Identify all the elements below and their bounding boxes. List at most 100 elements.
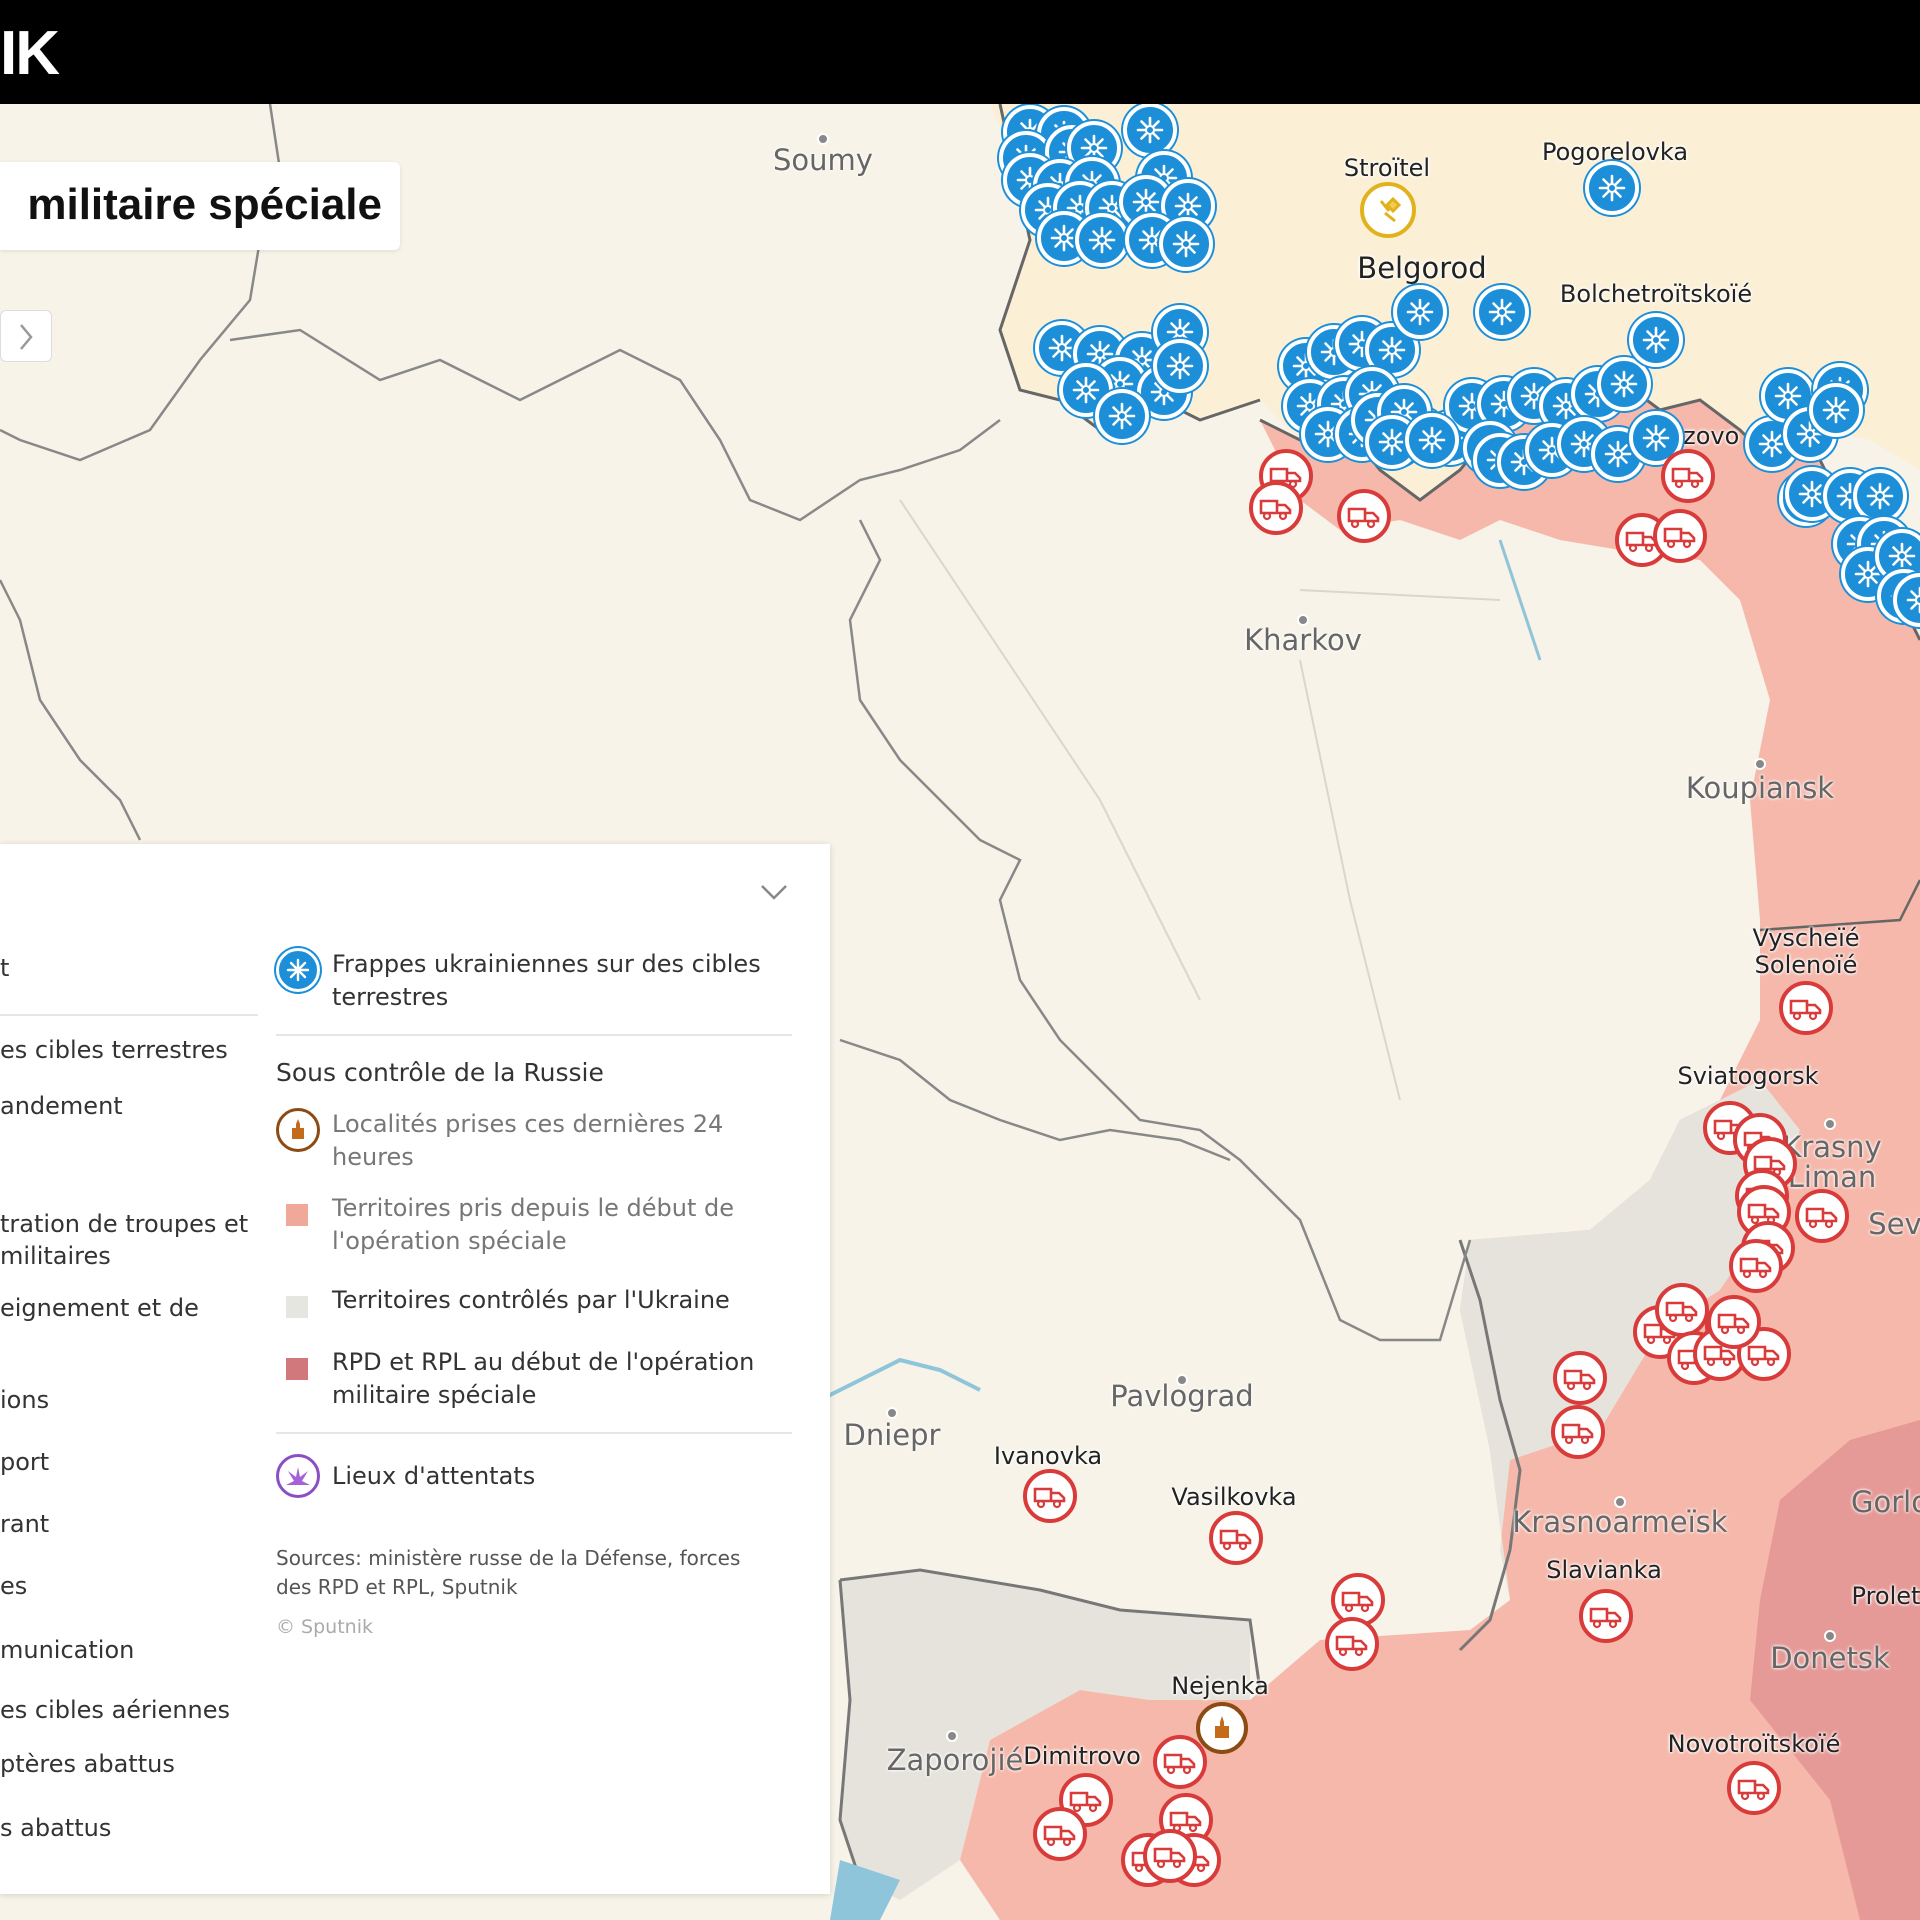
russian-strike-marker[interactable]	[1661, 449, 1715, 503]
russian-strike-marker[interactable]	[1553, 1351, 1607, 1405]
legend-left-item: tration de troupes et	[0, 1210, 249, 1238]
legend-left-item: es cibles terrestres	[0, 1036, 228, 1064]
russian-strike-marker[interactable]	[1249, 481, 1303, 535]
legend-left-item: s abattus	[0, 1814, 112, 1842]
expand-panel-button[interactable]	[0, 310, 52, 362]
russian-strike-marker[interactable]	[1153, 1735, 1207, 1789]
legend-left-item: militaires	[0, 1242, 111, 1270]
place-label-dimitrovo: Dimitrovo	[1023, 1742, 1141, 1770]
russian-strike-marker[interactable]	[1779, 981, 1833, 1035]
place-label-ivanovka: Ivanovka	[993, 1442, 1103, 1470]
city-label-soumy: Soumy	[773, 143, 873, 177]
russian-strike-marker[interactable]	[1551, 1405, 1605, 1459]
legend-left-item: ions	[0, 1386, 50, 1414]
city-label-donetsk: Donetsk	[1770, 1641, 1890, 1675]
city-label-dniepr: Dniepr	[843, 1418, 941, 1452]
place-label-belgorod: Belgorod	[1357, 251, 1487, 285]
city-label-kharkov: Kharkov	[1244, 623, 1362, 657]
ukraine-strike-marker[interactable]	[1809, 383, 1863, 437]
territory-swatch	[286, 1204, 308, 1226]
ukraine-strike-marker[interactable]	[1075, 213, 1129, 267]
place-label-stroitel: Stroïtel	[1343, 154, 1431, 182]
legend-label: Lieux d'attentats	[332, 1462, 536, 1490]
legend-label: Territoires contrôlés par l'Ukraine	[332, 1286, 730, 1314]
place-label-vasilkovka: Vasilkovka	[1171, 1483, 1297, 1511]
legend-left-item: es	[0, 1572, 28, 1600]
city-label-sev: Sev	[1868, 1207, 1920, 1241]
place-label-vyscheie-solenoie: Vyscheïé Solenoïé	[1752, 924, 1860, 979]
captured-locality-icon	[276, 1108, 320, 1152]
city-dot	[946, 1730, 958, 1742]
russian-strike-marker[interactable]	[1023, 1469, 1077, 1523]
city-label-krasny-liman: Krasny Liman	[1782, 1130, 1882, 1194]
legend-left-item: es cibles aériennes	[0, 1696, 231, 1724]
ukraine-strike-marker[interactable]	[1095, 389, 1149, 443]
ukraine-strike-marker[interactable]	[1629, 313, 1683, 367]
russian-strike-marker[interactable]	[1727, 1761, 1781, 1815]
city-label-zaporojie: Zaporojié	[886, 1743, 1024, 1777]
city-label-koupiansk: Koupiansk	[1685, 771, 1835, 805]
territory-swatch	[286, 1296, 308, 1318]
place-label-novotroitskoie: Novotroïtskoïé	[1667, 1730, 1841, 1758]
attack-site-icon	[276, 1454, 320, 1498]
legend-left-item: andement	[0, 1092, 123, 1120]
legend-left-item: rant	[0, 1510, 50, 1538]
legend-label: RPD et RPL au début de l'opération milit…	[332, 1348, 755, 1409]
place-label-sviatogorsk: Sviatogorsk	[1677, 1062, 1819, 1090]
legend-divider	[0, 1014, 258, 1016]
city-label-gorlo: Gorlo	[1851, 1485, 1920, 1519]
ukraine-strike-marker[interactable]	[1597, 357, 1651, 411]
ukraine-strike-marker[interactable]	[1393, 285, 1447, 339]
russian-strike-marker[interactable]	[1729, 1239, 1783, 1293]
sources-note: Sources: ministère russe de la Défense, …	[276, 1546, 741, 1599]
legend-label: Localités prises ces dernières 24 heures	[332, 1110, 724, 1171]
map-title: militaire spéciale	[27, 180, 382, 229]
russian-strike-marker[interactable]	[1655, 1283, 1709, 1337]
place-label-prolet: Prolet	[1851, 1582, 1920, 1610]
ukraine-strike-marker[interactable]	[1585, 161, 1639, 215]
russian-strike-marker[interactable]	[1337, 489, 1391, 543]
place-label-slavianka: Slavianka	[1546, 1556, 1662, 1584]
russian-strike-marker[interactable]	[1143, 1829, 1197, 1883]
captured-locality-marker[interactable]	[1196, 1702, 1248, 1754]
site-header: IK	[0, 0, 1920, 104]
legend-left-item: eignement et de	[0, 1294, 199, 1322]
ukraine-strike-marker[interactable]	[1475, 285, 1529, 339]
ukraine-strike-marker[interactable]	[1123, 104, 1177, 157]
russian-strike-marker[interactable]	[1033, 1807, 1087, 1861]
city-dot	[1754, 758, 1766, 770]
ukraine-strike-icon	[276, 948, 320, 992]
russian-strike-marker[interactable]	[1579, 1589, 1633, 1643]
legend-divider	[276, 1034, 792, 1036]
legend-left-item: port	[0, 1448, 50, 1476]
ukraine-strike-marker[interactable]	[1853, 469, 1907, 523]
sputnik-logo[interactable]: IK	[0, 18, 60, 89]
legend-heading-russia: Sous contrôle de la Russie	[276, 1058, 604, 1087]
ukraine-strike-marker[interactable]	[1153, 339, 1207, 393]
city-label-pavlograd: Pavlograd	[1110, 1379, 1254, 1413]
copyright-note: © Sputnik	[276, 1616, 373, 1638]
russian-strike-marker[interactable]	[1325, 1617, 1379, 1671]
place-label-nejenka: Nejenka	[1171, 1672, 1269, 1700]
legend-left-item: t	[0, 954, 10, 982]
city-label-krasnoarmeisk: Krasnoarmeïsk	[1512, 1505, 1728, 1539]
russian-strike-marker[interactable]	[1707, 1295, 1761, 1349]
place-label-bolchetroitskoie: Bolchetroïtskoïé	[1559, 280, 1753, 308]
chevron-right-icon	[20, 324, 33, 350]
city-dot	[1824, 1118, 1836, 1130]
legend-left-item: munication	[0, 1636, 135, 1664]
legend-panel: t es cibles terrestres andement tration …	[0, 844, 830, 1894]
legend-divider	[276, 1432, 792, 1434]
legend-label: Frappes ukrainiennes sur des cibles terr…	[332, 950, 761, 1011]
russian-strike-marker[interactable]	[1653, 509, 1707, 563]
map-title-card: militaire spéciale	[0, 162, 400, 250]
ukraine-strike-marker[interactable]	[1405, 413, 1459, 467]
legend-left-item: ptères abattus	[0, 1750, 175, 1778]
air-target-marker[interactable]	[1360, 182, 1416, 238]
ukraine-strike-marker[interactable]	[1159, 217, 1213, 271]
chevron-down-icon[interactable]	[758, 880, 790, 904]
territory-swatch	[286, 1358, 308, 1380]
russian-strike-marker[interactable]	[1795, 1189, 1849, 1243]
russian-strike-marker[interactable]	[1209, 1511, 1263, 1565]
legend-label: Territoires pris depuis le début de l'op…	[332, 1194, 735, 1255]
